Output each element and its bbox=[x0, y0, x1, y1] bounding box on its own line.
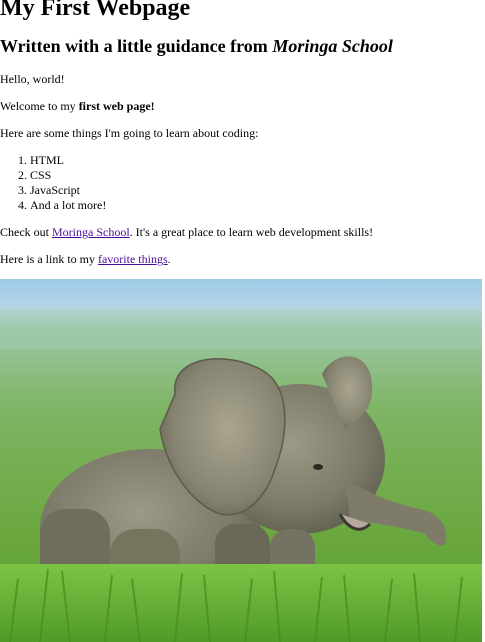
page-title: My First Webpage bbox=[0, 0, 191, 21]
learn-list: HTML CSS JavaScript And a lot more! bbox=[0, 153, 106, 213]
checkout-prefix: Check out bbox=[0, 225, 52, 239]
list-item: HTML bbox=[30, 153, 106, 168]
moringa-school-link[interactable]: Moringa School bbox=[52, 225, 130, 239]
favorite-things-link[interactable]: favorite things bbox=[98, 252, 168, 266]
learn-intro-text: Here are some things I'm going to learn … bbox=[0, 126, 259, 140]
page-subtitle: Written with a little guidance from Mori… bbox=[0, 36, 393, 56]
checkout-suffix: . It's a great place to learn web develo… bbox=[129, 225, 374, 239]
favorites-text: Here is a link to my favorite things. bbox=[0, 252, 171, 266]
welcome-prefix: Welcome to my bbox=[0, 99, 79, 113]
subtitle-prefix: Written with a little guidance from bbox=[0, 36, 273, 56]
greeting-text: Hello, world! bbox=[0, 72, 65, 86]
subtitle-school: Moringa School bbox=[272, 36, 393, 56]
baby-elephant-illustration bbox=[0, 279, 482, 642]
welcome-bold: first web page! bbox=[78, 99, 155, 113]
list-item: CSS bbox=[30, 168, 106, 183]
list-item: And a lot more! bbox=[30, 198, 106, 213]
page: My First Webpage Written with a little g… bbox=[0, 0, 485, 642]
favorites-prefix: Here is a link to my bbox=[0, 252, 98, 266]
welcome-text: Welcome to my first web page! bbox=[0, 99, 155, 113]
checkout-text: Check out Moringa School. It's a great p… bbox=[0, 225, 373, 239]
baby-elephant-photo bbox=[0, 279, 482, 642]
favorites-suffix: . bbox=[167, 252, 171, 266]
list-item: JavaScript bbox=[30, 183, 106, 198]
